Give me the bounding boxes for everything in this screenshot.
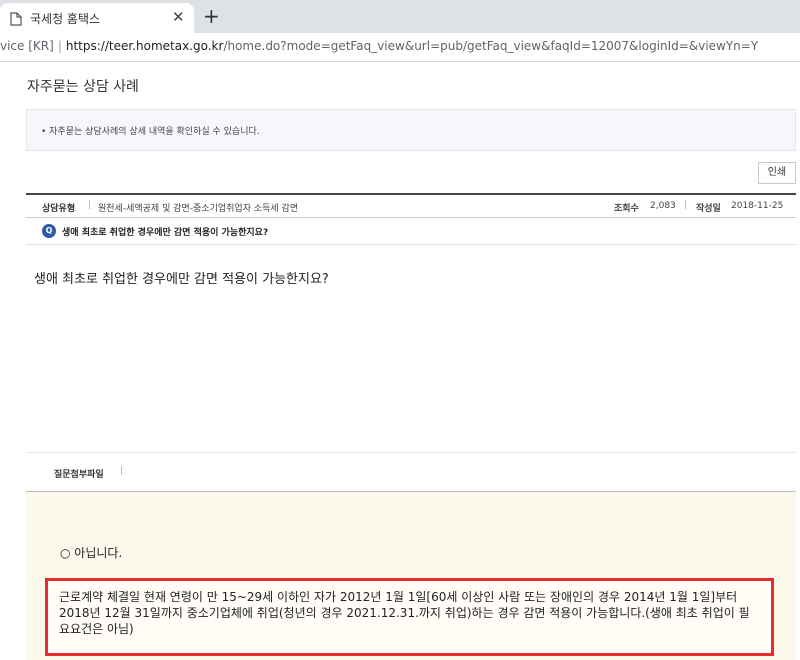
site-identity[interactable]: vice [KR] [0,39,54,53]
notice-box: • 자주묻는 상담사례의 상세 내역을 확인하실 수 있습니다. [26,109,796,151]
info-bar: 상담유형 | 원천세-세액공제 및 감면-중소기업취업자 소득세 감면 조회수 … [26,193,796,218]
url-display[interactable]: vice [KR] | https://teer.hometax.go.kr/hom… [0,39,758,53]
views-label: 조회수 [614,204,639,214]
print-button[interactable]: 인쇄 [758,162,796,184]
date-value: 2018-11-25 [731,201,784,211]
highlighted-answer-box: 근로계약 체결일 현재 연령이 만 15~29세 이하인 자가 2012년 1월… [45,578,774,656]
browser-tab-strip: 국세청 홈택스 ✕ + [0,0,800,33]
divider: | [120,466,124,476]
answer-section: ○ 아닙니다. 근로계약 체결일 현재 연령이 만 15~29세 이하인 자가 … [26,492,796,660]
browser-tab[interactable]: 국세청 홈택스 ✕ [0,3,194,33]
question-title: 생애 최초로 취업한 경우에만 감면 적용이 가능한지요? [62,228,269,238]
url-host: https://teer.hometax.go.kr [65,39,224,53]
views-value: 2,083 [650,201,676,211]
tab-title: 국세청 홈택스 [30,12,101,26]
notice-text: • 자주묻는 상담사례의 상세 내역을 확인하실 수 있습니다. [41,127,260,137]
divider: | [88,200,92,210]
question-title-row: Q 생애 최초로 취업한 경우에만 감면 적용이 가능한지요? [26,219,796,245]
answer-heading: ○ 아닙니다. [60,546,123,560]
divider: | [684,200,688,210]
category-value: 원천세-세액공제 및 감면-중소기업취업자 소득세 감면 [98,204,299,214]
new-tab-button[interactable]: + [203,4,220,28]
category-label: 상담유형 [42,204,76,214]
answer-text: 근로계약 체결일 현재 연령이 만 15~29세 이하인 자가 2012년 1월… [59,590,750,636]
question-body: 생애 최초로 취업한 경우에만 감면 적용이 가능한지요? [34,272,329,287]
question-badge-icon: Q [42,224,56,238]
url-separator: | [57,39,62,53]
address-bar[interactable]: vice [KR] | https://teer.hometax.go.kr/hom… [0,33,800,62]
date-label: 작성일 [696,204,721,214]
page-title: 자주묻는 상담 사례 [27,79,139,95]
url-path: /home.do?mode=getFaq_view&url=pub/getFaq… [223,39,759,53]
page-icon [10,11,22,26]
attachment-label: 질문첨부파일 [54,470,104,480]
close-tab-icon[interactable]: ✕ [172,8,185,26]
attachment-row: 질문첨부파일 | [26,452,796,492]
